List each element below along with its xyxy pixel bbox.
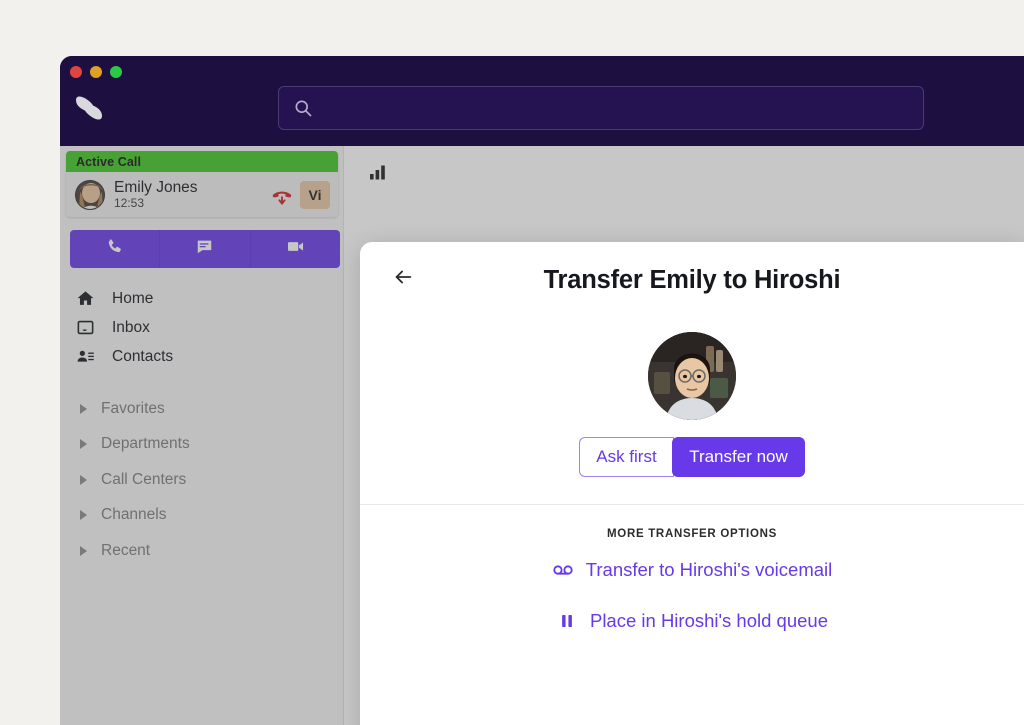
ask-first-button[interactable]: Ask first — [579, 437, 673, 477]
window-traffic-lights — [70, 66, 122, 78]
option-label: Place in Hiroshi's hold queue — [590, 610, 828, 632]
app-body: Active Call — [60, 146, 1024, 725]
keypad-button[interactable] — [927, 718, 971, 725]
call-control-toolbar: REC — [549, 718, 1024, 725]
close-window-button[interactable] — [70, 66, 82, 78]
search-input[interactable] — [323, 100, 909, 116]
search-bar[interactable] — [278, 86, 924, 130]
record-button[interactable]: REC — [603, 718, 647, 725]
transfer-to-voicemail-option[interactable]: Transfer to Hiroshi's voicemail — [360, 559, 1024, 581]
modal-action-buttons: Ask first Transfer now — [360, 437, 1024, 477]
modal-divider — [360, 504, 1024, 505]
dialpad-logo — [72, 94, 120, 122]
pause-icon — [556, 610, 578, 632]
screenshot-root: Active Call — [0, 0, 1024, 725]
modal-header: Transfer Emily to Hiroshi — [360, 242, 1024, 330]
app-window: Active Call — [60, 56, 1024, 725]
more-transfer-options-label: MORE TRANSFER OPTIONS — [360, 528, 1024, 540]
add-participant-button[interactable] — [765, 718, 809, 725]
minimize-window-button[interactable] — [90, 66, 102, 78]
page-title: Transfer Emily to Hiroshi — [360, 266, 1024, 295]
transfer-now-button[interactable]: Transfer now — [672, 437, 805, 477]
transfer-button[interactable] — [819, 718, 863, 725]
hold-button[interactable] — [711, 718, 755, 725]
screen-share-button[interactable] — [549, 718, 593, 725]
search-icon — [293, 98, 313, 118]
voicemail-icon — [552, 559, 574, 581]
maximize-window-button[interactable] — [110, 66, 122, 78]
place-in-hold-queue-option[interactable]: Place in Hiroshi's hold queue — [360, 610, 1024, 632]
transfer-modal: Transfer Emily to Hiroshi — [360, 242, 1024, 725]
title-bar — [60, 56, 1024, 146]
call-transfer-button[interactable] — [873, 718, 917, 725]
voicemail-drop-button[interactable] — [981, 718, 1024, 725]
mute-button[interactable] — [657, 718, 701, 725]
option-label: Transfer to Hiroshi's voicemail — [586, 559, 833, 581]
hiroshi-avatar — [648, 332, 736, 420]
